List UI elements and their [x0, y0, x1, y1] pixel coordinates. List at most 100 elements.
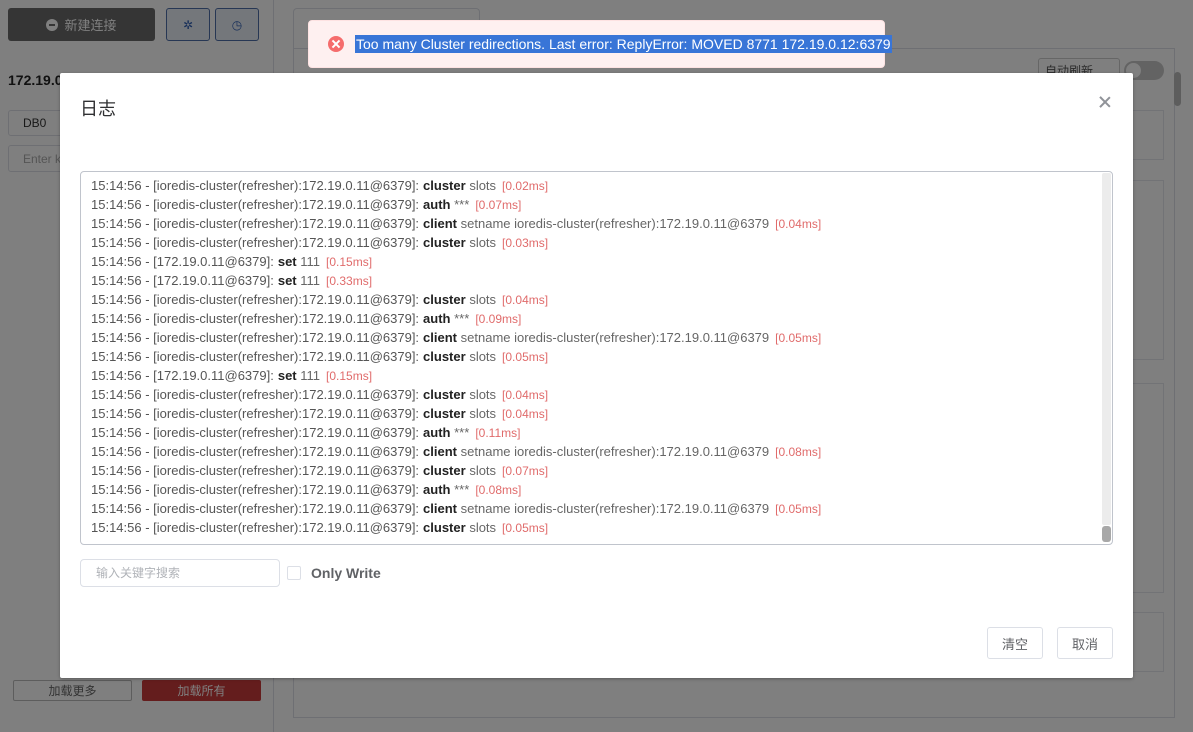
- log-duration: [0.11ms]: [475, 426, 521, 440]
- log-args: ***: [454, 197, 470, 212]
- log-duration: [0.07ms]: [475, 198, 522, 212]
- log-source: [172.19.0.11@6379]:: [153, 254, 274, 269]
- log-source: [ioredis-cluster(refresher):172.19.0.11@…: [153, 292, 420, 307]
- log-duration: [0.04ms]: [502, 407, 549, 421]
- log-separator: -: [141, 387, 154, 402]
- log-command: cluster: [423, 387, 466, 402]
- log-time: 15:14:56: [91, 482, 142, 497]
- log-separator: -: [141, 368, 154, 383]
- log-source: [ioredis-cluster(refresher):172.19.0.11@…: [153, 520, 420, 535]
- log-line: 15:14:56 - [ioredis-cluster(refresher):1…: [91, 442, 1100, 461]
- log-command: auth: [423, 482, 451, 497]
- log-command: set: [277, 368, 297, 383]
- log-line: 15:14:56 - [ioredis-cluster(refresher):1…: [91, 518, 1100, 537]
- log-source: [ioredis-cluster(refresher):172.19.0.11@…: [153, 349, 420, 364]
- log-line: 15:14:56 - [ioredis-cluster(refresher):1…: [91, 328, 1100, 347]
- log-duration: [0.05ms]: [502, 350, 549, 364]
- log-args: slots: [469, 178, 497, 193]
- log-args: ***: [454, 482, 470, 497]
- error-message: Too many Cluster redirections. Last erro…: [355, 35, 892, 53]
- log-command: set: [277, 273, 297, 288]
- log-args: slots: [469, 406, 497, 421]
- log-line: 15:14:56 - [172.19.0.11@6379]: set 111 [0.…: [91, 366, 1100, 385]
- log-time: 15:14:56: [91, 387, 142, 402]
- log-source: [ioredis-cluster(refresher):172.19.0.11@…: [153, 501, 420, 516]
- log-separator: -: [141, 406, 154, 421]
- log-command: cluster: [423, 292, 466, 307]
- log-args: slots: [469, 520, 497, 535]
- log-args: setname ioredis-cluster(refresher):172.1…: [460, 330, 770, 345]
- log-duration: [0.15ms]: [326, 255, 373, 269]
- log-source: [ioredis-cluster(refresher):172.19.0.11@…: [153, 197, 420, 212]
- log-scrollbar-thumb[interactable]: [1102, 526, 1111, 542]
- log-time: 15:14:56: [91, 254, 142, 269]
- log-line: 15:14:56 - [ioredis-cluster(refresher):1…: [91, 233, 1100, 252]
- log-command: auth: [423, 425, 451, 440]
- log-command: cluster: [423, 463, 466, 478]
- log-args: ***: [454, 425, 470, 440]
- only-write-checkbox[interactable]: [287, 566, 301, 580]
- log-time: 15:14:56: [91, 311, 142, 326]
- log-separator: -: [141, 235, 154, 250]
- close-icon[interactable]: [1097, 94, 1113, 110]
- log-separator: -: [141, 444, 154, 459]
- log-source: [ioredis-cluster(refresher):172.19.0.11@…: [153, 178, 420, 193]
- log-duration: [0.04ms]: [502, 388, 549, 402]
- error-circle-icon: [328, 36, 344, 52]
- log-args: slots: [469, 292, 497, 307]
- log-source: [ioredis-cluster(refresher):172.19.0.11@…: [153, 387, 420, 402]
- log-line: 15:14:56 - [ioredis-cluster(refresher):1…: [91, 461, 1100, 480]
- log-separator: -: [141, 292, 154, 307]
- log-command: cluster: [423, 349, 466, 364]
- log-separator: -: [141, 311, 154, 326]
- log-args: setname ioredis-cluster(refresher):172.1…: [460, 216, 770, 231]
- log-line: 15:14:56 - [ioredis-cluster(refresher):1…: [91, 176, 1100, 195]
- log-source: [ioredis-cluster(refresher):172.19.0.11@…: [153, 216, 420, 231]
- log-command: cluster: [423, 178, 466, 193]
- log-args: slots: [469, 235, 497, 250]
- log-duration: [0.03ms]: [502, 236, 549, 250]
- log-duration: [0.05ms]: [775, 502, 822, 516]
- only-write-label[interactable]: Only Write: [311, 565, 381, 581]
- log-separator: -: [141, 425, 154, 440]
- log-time: 15:14:56: [91, 178, 142, 193]
- log-args: 111: [300, 254, 321, 269]
- log-command: set: [277, 254, 297, 269]
- log-separator: -: [141, 197, 154, 212]
- log-args: 111: [300, 368, 321, 383]
- log-source: [172.19.0.11@6379]:: [153, 273, 274, 288]
- log-scrollbar-track[interactable]: [1102, 173, 1111, 525]
- log-time: 15:14:56: [91, 216, 142, 231]
- log-source: [ioredis-cluster(refresher):172.19.0.11@…: [153, 311, 420, 326]
- log-line: 15:14:56 - [172.19.0.11@6379]: set 111 [0.…: [91, 252, 1100, 271]
- log-duration: [0.05ms]: [775, 331, 822, 345]
- log-duration: [0.05ms]: [502, 521, 549, 535]
- log-source: [172.19.0.11@6379]:: [153, 368, 274, 383]
- log-duration: [0.02ms]: [502, 179, 549, 193]
- log-duration: [0.04ms]: [502, 293, 549, 307]
- log-args: slots: [469, 387, 497, 402]
- cancel-button[interactable]: 取消: [1057, 627, 1113, 659]
- clear-button[interactable]: 清空: [987, 627, 1043, 659]
- log-time: 15:14:56: [91, 406, 142, 421]
- log-separator: -: [141, 216, 154, 231]
- log-time: 15:14:56: [91, 273, 142, 288]
- log-line: 15:14:56 - [ioredis-cluster(refresher):1…: [91, 290, 1100, 309]
- log-line: 15:14:56 - [ioredis-cluster(refresher):1…: [91, 404, 1100, 423]
- log-command: auth: [423, 311, 451, 326]
- dialog-title: 日志: [80, 99, 116, 119]
- log-dialog: 日志 15:14:56 - [ioredis-cluster(refresher…: [60, 73, 1133, 678]
- log-time: 15:14:56: [91, 444, 142, 459]
- log-duration: [0.15ms]: [326, 369, 373, 383]
- log-command: cluster: [423, 406, 466, 421]
- log-time: 15:14:56: [91, 425, 142, 440]
- log-command: client: [423, 330, 458, 345]
- log-args: setname ioredis-cluster(refresher):172.1…: [460, 444, 770, 459]
- log-command: client: [423, 444, 458, 459]
- log-command: cluster: [423, 235, 466, 250]
- log-search-input[interactable]: [80, 559, 280, 587]
- log-command: client: [423, 216, 458, 231]
- log-line: 15:14:56 - [ioredis-cluster(refresher):1…: [91, 499, 1100, 518]
- log-separator: -: [141, 330, 154, 345]
- log-args: slots: [469, 349, 497, 364]
